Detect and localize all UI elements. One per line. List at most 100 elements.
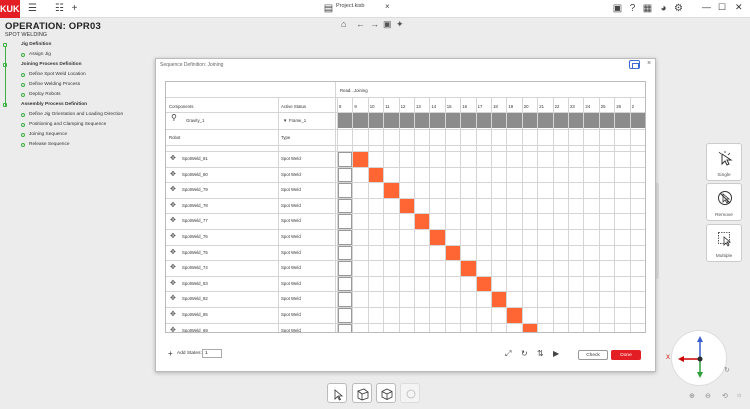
disabled-tool-button[interactable] — [400, 383, 420, 403]
state-number-header: 20 — [523, 104, 529, 109]
remove-select-button[interactable]: Remove — [706, 183, 742, 221]
state-number-header: 8 — [339, 104, 342, 109]
active-state-cell[interactable] — [445, 245, 461, 261]
drag-handle-icon[interactable]: ✥ — [170, 248, 176, 256]
state-number-header: 10 — [369, 104, 375, 109]
view-orientation-triad[interactable]: X — [666, 330, 727, 386]
lightbulb-icon[interactable]: ✦ — [396, 19, 404, 30]
settings-gear-icon[interactable]: ⚙ — [672, 2, 685, 15]
sequence-grid: Read... Joining Components Active Status… — [165, 81, 646, 333]
palette-icon[interactable]: ◕ — [657, 2, 670, 15]
layout-icon[interactable]: ▦ — [641, 2, 654, 15]
minimize-icon[interactable]: — — [702, 2, 711, 12]
spin-view-icon[interactable]: ⟲ — [722, 392, 728, 400]
tab-close-icon[interactable]: × — [385, 2, 390, 11]
part-tool-button[interactable] — [376, 383, 396, 403]
drag-handle-icon[interactable]: ✥ — [170, 279, 176, 287]
drag-handle-icon[interactable]: ✥ — [170, 232, 176, 240]
tree-section[interactable]: Joining Process Definition — [21, 62, 82, 67]
add-states-plus-icon[interactable]: + — [168, 349, 173, 358]
menu-icon[interactable]: ☰ — [26, 2, 39, 15]
help-icon[interactable]: ? — [626, 2, 639, 15]
ready-state-cell[interactable] — [338, 276, 353, 292]
ready-state-cell[interactable] — [338, 152, 353, 167]
tree-step[interactable]: Positioning and Clamping Sequence — [29, 122, 106, 127]
drag-handle-icon[interactable]: ✥ — [170, 294, 176, 302]
active-state-cell[interactable] — [507, 308, 522, 323]
ready-state-cell[interactable] — [338, 198, 353, 214]
active-state-cell[interactable] — [399, 198, 414, 214]
grid-col-divider — [614, 97, 616, 332]
ready-state-cell[interactable] — [338, 245, 353, 261]
ready-state-cell[interactable] — [338, 183, 353, 198]
zoom-out-icon[interactable]: ⊖ — [705, 392, 711, 400]
home-icon[interactable]: ⌂ — [341, 19, 346, 29]
ready-state-cell[interactable] — [338, 167, 353, 183]
grid-col-divider — [335, 82, 336, 332]
add-tab-icon[interactable]: + — [68, 2, 81, 15]
drag-handle-icon[interactable]: ✥ — [170, 201, 176, 209]
active-state-cell[interactable] — [476, 276, 491, 292]
active-state-cell[interactable] — [353, 152, 368, 167]
fit-view-icon[interactable]: ⤢ — [505, 349, 511, 359]
window-close-icon[interactable]: ✕ — [735, 2, 743, 13]
status-dropdown-arrow[interactable]: ▼ — [283, 118, 287, 123]
tree-step[interactable]: Define Welding Process — [29, 82, 80, 87]
drag-handle-icon[interactable]: ✥ — [170, 263, 176, 271]
tree-section[interactable]: Assembly Process Definition — [21, 102, 87, 107]
drag-handle-icon[interactable]: ✥ — [170, 185, 176, 193]
select-tool-button[interactable] — [327, 383, 347, 403]
tree-step[interactable]: Define Jig Orientation and Loading Direc… — [29, 112, 123, 117]
ready-state-cell[interactable] — [338, 323, 353, 332]
drag-handle-icon[interactable]: ✥ — [170, 310, 176, 318]
state-number-header: 14 — [431, 104, 437, 109]
drag-handle-icon[interactable]: ✥ — [170, 170, 176, 178]
grid-row-divider — [166, 129, 645, 130]
redo-arrow-icon[interactable]: → — [370, 19, 379, 29]
ready-state-cell[interactable] — [338, 230, 353, 245]
active-state-cell[interactable] — [492, 292, 507, 307]
active-state-cell[interactable] — [415, 214, 430, 229]
sheet-icon — [357, 388, 369, 401]
tree-step[interactable]: Release Sequence — [29, 142, 70, 147]
add-states-stepper[interactable]: 1 — [202, 349, 222, 358]
drag-handle-icon[interactable]: ✥ — [170, 154, 176, 162]
tree-step[interactable]: Joining Sequence — [29, 132, 67, 137]
tree-step[interactable]: Define Spot Weld Location — [29, 72, 86, 77]
swap-icon[interactable]: ⇅ — [537, 349, 544, 358]
tree-step[interactable]: Assign Jig — [29, 52, 51, 57]
drag-handle-icon[interactable]: ✥ — [170, 326, 176, 332]
active-state-cell[interactable] — [430, 230, 445, 245]
done-button[interactable]: Done — [611, 350, 641, 360]
ready-state-cell[interactable] — [338, 308, 353, 323]
check-button[interactable]: Check — [578, 350, 608, 360]
grid-col-divider — [475, 97, 477, 332]
drag-handle-icon[interactable]: ✥ — [170, 216, 176, 224]
active-state-cell[interactable] — [368, 167, 384, 183]
play-icon[interactable]: ▶ — [553, 349, 559, 358]
ready-state-cell[interactable] — [338, 261, 353, 276]
ready-state-cell[interactable] — [338, 214, 353, 229]
document-icon[interactable]: ▣ — [611, 2, 624, 15]
save-icon[interactable]: ▣ — [383, 19, 392, 30]
dialog-save-icon[interactable] — [629, 60, 640, 69]
project-tab-title[interactable]: Project.kisb — [336, 3, 364, 9]
maximize-icon[interactable]: ☐ — [718, 2, 726, 13]
single-select-button[interactable]: Single — [706, 143, 742, 181]
ready-state-cell[interactable] — [338, 292, 353, 307]
reset-icon[interactable]: ↻ — [521, 349, 528, 358]
zoom-in-icon[interactable]: ⊕ — [689, 392, 695, 400]
layers-icon[interactable]: ☷ — [53, 2, 66, 15]
active-state-cell[interactable] — [461, 261, 476, 276]
dialog-close-icon[interactable]: × — [647, 60, 651, 67]
tree-section[interactable]: Jig Definition — [21, 42, 51, 47]
active-state-cell[interactable] — [522, 323, 538, 332]
status-dropdown-value[interactable]: Frame_1 — [289, 118, 306, 123]
active-state-cell[interactable] — [384, 183, 399, 198]
undo-arrow-icon[interactable]: ← — [356, 19, 365, 29]
tree-step[interactable]: Deploy Robots — [29, 92, 60, 97]
sheet-tool-button[interactable] — [352, 383, 372, 403]
rotate-view-icon[interactable]: ↻ — [724, 366, 730, 374]
orbit-icon[interactable]: ☼ — [736, 392, 742, 399]
multiple-select-button[interactable]: Multiple — [706, 224, 742, 262]
